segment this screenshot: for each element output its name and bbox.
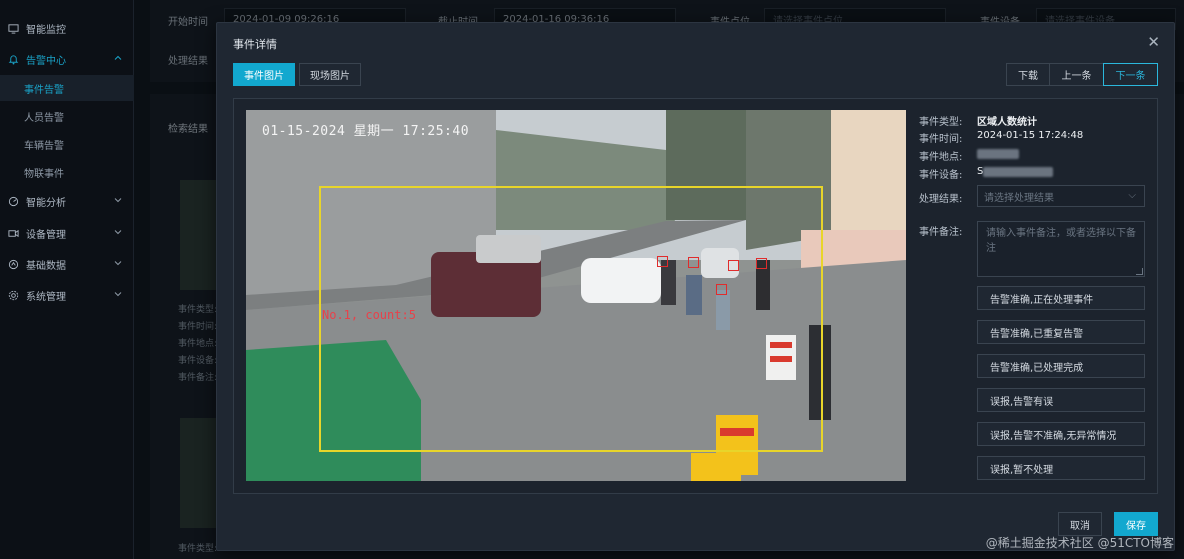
redacted-value <box>977 149 1019 159</box>
modal-title: 事件详情 <box>233 38 277 51</box>
data-icon <box>6 257 20 271</box>
quick-note-label: 误报,告警不准确,无异常情况 <box>990 430 1117 442</box>
head-detection-box <box>756 258 767 269</box>
head-detection-box <box>688 257 699 268</box>
nav-person-alarm[interactable]: 人员告警 <box>0 103 134 129</box>
nav-system-manage[interactable]: 系统管理 <box>0 282 134 308</box>
info-remark: 事件备注: <box>919 223 977 238</box>
event-image[interactable]: 01-15-2024 星期一 17:25:40 No.1, count:5 <box>246 110 906 481</box>
nav-label: 智能监控 <box>26 24 66 36</box>
save-button[interactable]: 保存 <box>1114 512 1158 536</box>
watermark: @稀土掘金技术社区 @51CTO博客 <box>985 536 1174 550</box>
resize-handle-icon[interactable] <box>1136 268 1143 275</box>
nav-label: 系统管理 <box>26 291 66 303</box>
next-button[interactable]: 下一条 <box>1103 63 1158 86</box>
nav-label: 基础数据 <box>26 260 66 272</box>
roi-count-label: No.1, count:5 <box>322 308 416 322</box>
download-label: 下载 <box>1018 71 1038 82</box>
nav-label: 智能分析 <box>26 197 66 209</box>
info-result: 处理结果: <box>919 190 977 205</box>
info-event-time: 事件时间: 2024-01-15 17:24:48 <box>919 130 1083 145</box>
info-key: 事件类型: <box>919 117 963 128</box>
prev-button[interactable]: 上一条 <box>1049 63 1104 86</box>
info-key: 事件时间: <box>919 134 963 145</box>
info-event-location: 事件地点: <box>919 148 1019 163</box>
info-value: 2024-01-15 17:24:48 <box>977 130 1084 141</box>
tab-label: 现场图片 <box>310 71 350 82</box>
info-event-device: 事件设备: S <box>919 166 1054 181</box>
chevron-down-icon <box>114 259 122 270</box>
camera-icon <box>6 226 20 240</box>
remark-textarea[interactable]: 请输入事件备注，或者选择以下备注 <box>977 221 1145 277</box>
next-label: 下一条 <box>1115 71 1146 82</box>
nav-base-data[interactable]: 基础数据 <box>0 251 134 277</box>
cancel-label: 取消 <box>1070 520 1090 532</box>
sidebar: 智能监控 告警中心 事件告警 人员告警 车辆告警 物联事件 智能分析 设备管理 <box>0 0 134 559</box>
quick-note-button[interactable]: 告警准确,已处理完成 <box>977 354 1145 378</box>
info-event-type: 事件类型: 区域人数统计 <box>919 113 1037 128</box>
quick-note-label: 误报,暂不处理 <box>990 464 1054 476</box>
quick-note-label: 告警准确,已重复告警 <box>990 328 1084 340</box>
remark-placeholder: 请输入事件备注，或者选择以下备注 <box>986 228 1136 254</box>
quick-note-label: 告警准确,正在处理事件 <box>990 294 1094 306</box>
nav-vehicle-alarm[interactable]: 车辆告警 <box>0 131 134 157</box>
quick-note-button[interactable]: 误报,告警有误 <box>977 388 1145 412</box>
nav-smart-monitor[interactable]: 智能监控 <box>0 15 134 41</box>
tab-scene-image[interactable]: 现场图片 <box>299 63 361 86</box>
bell-icon <box>6 52 20 66</box>
quick-note-label: 误报,告警有误 <box>990 396 1054 408</box>
quick-note-button[interactable]: 误报,暂不处理 <box>977 456 1145 480</box>
head-detection-box <box>657 256 668 267</box>
redacted-value <box>983 167 1054 177</box>
quick-note-button[interactable]: 告警准确,已重复告警 <box>977 320 1145 344</box>
monitor-icon <box>6 21 20 35</box>
info-key: 事件备注: <box>919 227 963 238</box>
chevron-up-icon <box>114 54 122 65</box>
chevron-down-icon: ⌵ <box>1128 190 1136 201</box>
nav-event-alarm[interactable]: 事件告警 <box>0 75 134 101</box>
info-value: 区域人数统计 <box>977 117 1037 128</box>
nav-device-manage[interactable]: 设备管理 <box>0 220 134 246</box>
save-label: 保存 <box>1126 520 1146 532</box>
chevron-down-icon <box>114 196 122 207</box>
nav-label: 告警中心 <box>26 55 66 67</box>
head-detection-box <box>728 260 739 271</box>
nav-label: 设备管理 <box>26 229 66 241</box>
close-icon[interactable]: ✕ <box>1147 33 1160 51</box>
info-key: 处理结果: <box>919 194 963 205</box>
prev-label: 上一条 <box>1061 71 1092 82</box>
info-key: 事件地点: <box>919 152 963 163</box>
info-key: 事件设备: <box>919 170 963 181</box>
chevron-down-icon <box>114 228 122 239</box>
tab-label: 事件图片 <box>244 71 284 82</box>
nav-iot-event[interactable]: 物联事件 <box>0 159 134 185</box>
result-select[interactable]: 请选择处理结果 ⌵ <box>977 185 1145 207</box>
nav-alarm-center[interactable]: 告警中心 <box>0 46 134 72</box>
download-button[interactable]: 下载 <box>1006 63 1050 86</box>
quick-note-button[interactable]: 误报,告警不准确,无异常情况 <box>977 422 1145 446</box>
event-detail-modal: 事件详情 ✕ 事件图片 现场图片 下载 上一条 下一条 01-15-2024 星… <box>216 22 1175 551</box>
analysis-icon <box>6 194 20 208</box>
head-detection-box <box>716 284 727 295</box>
quick-note-label: 告警准确,已处理完成 <box>990 362 1084 374</box>
result-placeholder: 请选择处理结果 <box>984 192 1054 204</box>
cancel-button[interactable]: 取消 <box>1058 512 1102 536</box>
tab-event-image[interactable]: 事件图片 <box>233 63 295 86</box>
gear-icon <box>6 288 20 302</box>
chevron-down-icon <box>114 290 122 301</box>
image-timestamp: 01-15-2024 星期一 17:25:40 <box>262 124 470 139</box>
quick-note-button[interactable]: 告警准确,正在处理事件 <box>977 286 1145 310</box>
nav-smart-analysis[interactable]: 智能分析 <box>0 188 134 214</box>
